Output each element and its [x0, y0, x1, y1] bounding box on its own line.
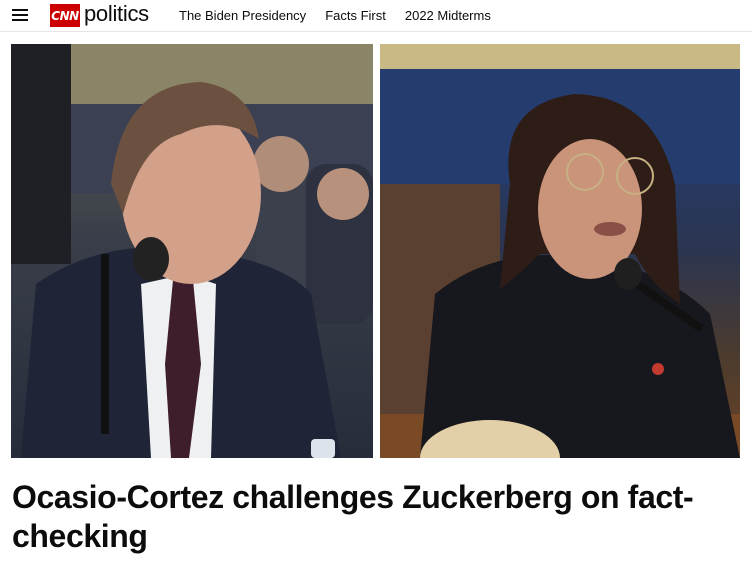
menu-icon[interactable] — [12, 7, 28, 23]
nav-link-2022-midterms[interactable]: 2022 Midterms — [405, 8, 491, 23]
cnn-logo[interactable]: CNN — [50, 4, 80, 27]
site-header: CNN politics The Biden Presidency Facts … — [0, 0, 752, 32]
section-title[interactable]: politics — [84, 1, 149, 27]
section-nav: The Biden Presidency Facts First 2022 Mi… — [179, 8, 491, 23]
zuckerberg-hearing-photo — [11, 44, 373, 458]
nav-link-biden-presidency[interactable]: The Biden Presidency — [179, 8, 306, 23]
nav-link-facts-first[interactable]: Facts First — [325, 8, 386, 23]
ocasio-cortez-hearing-photo — [380, 44, 740, 458]
article-headline[interactable]: Ocasio-Cortez challenges Zuckerberg on f… — [12, 478, 737, 556]
